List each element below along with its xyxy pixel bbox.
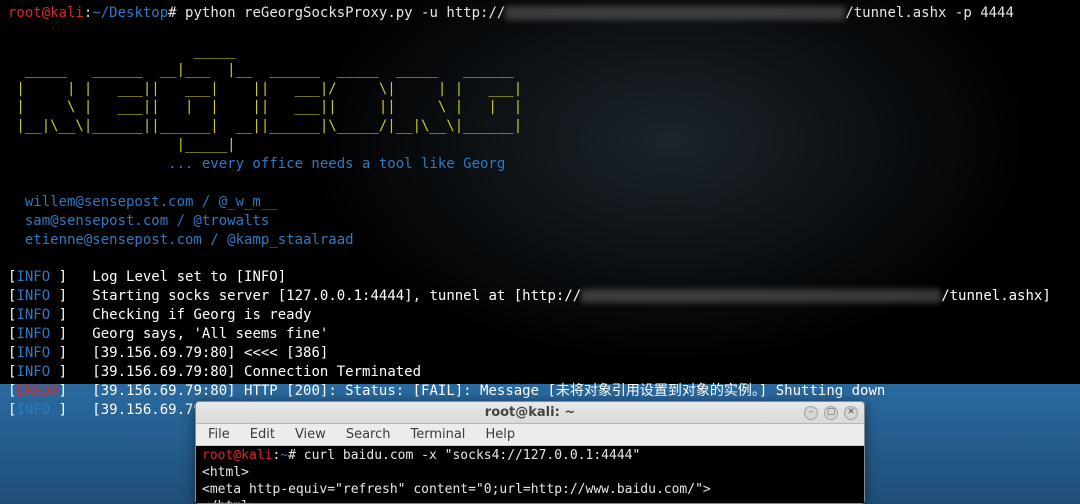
prompt-user: root@kali xyxy=(8,5,84,21)
menubar: FileEditViewSearchTerminalHelp xyxy=(196,424,864,446)
sub-command: curl baidu.com -x "socks4://127.0.0.1:44… xyxy=(304,448,641,463)
redacted-url xyxy=(505,6,845,20)
credit-line: etienne@sensepost.com / @kamp_staalraad xyxy=(8,232,354,248)
prompt-hash: # xyxy=(288,448,296,463)
log-lines: [INFO ] Log Level set to [INFO] [INFO ] … xyxy=(8,268,1072,419)
ascii-line: _____ xyxy=(8,43,236,59)
window-controls: – ▢ ✕ xyxy=(804,406,858,420)
maximize-icon[interactable]: ▢ xyxy=(824,406,838,420)
menu-item-file[interactable]: File xyxy=(200,425,238,444)
credit-line: willem@sensepost.com / @_w_m__ xyxy=(8,194,278,210)
tagline: ... every office needs a tool like Georg xyxy=(8,156,505,172)
main-terminal[interactable]: root@kali:~/Desktop# python reGeorgSocks… xyxy=(0,0,1080,424)
output-line: <html> xyxy=(202,465,249,480)
close-icon[interactable]: ✕ xyxy=(844,406,858,420)
terminal-body[interactable]: root@kali:~# curl baidu.com -x "socks4:/… xyxy=(196,446,864,503)
ascii-line: |_____| xyxy=(8,137,236,153)
prompt-hash: # xyxy=(168,5,176,21)
window-title: root@kali: ~ xyxy=(196,405,864,420)
menu-item-search[interactable]: Search xyxy=(338,425,399,444)
prompt-cwd: ~ xyxy=(280,448,288,463)
ascii-line: | | | ___|| ___| || ___|/ \| | | ___| xyxy=(8,81,522,97)
window-titlebar[interactable]: root@kali: ~ – ▢ ✕ xyxy=(196,402,864,424)
menu-item-edit[interactable]: Edit xyxy=(242,425,283,444)
output-line: </html> xyxy=(202,499,257,503)
prompt-cwd: ~/Desktop xyxy=(92,5,168,21)
command-part-a: python reGeorgSocksProxy.py -u http:// xyxy=(185,5,505,21)
menu-item-view[interactable]: View xyxy=(287,425,334,444)
prompt-user: root@kali xyxy=(202,448,272,463)
ascii-line: |__|\__\|______||______| __||______|\___… xyxy=(8,118,522,134)
ascii-line: | \ | ___|| | | || ___|| || \ | | | xyxy=(8,99,522,115)
command-part-b: /tunnel.ashx -p 4444 xyxy=(845,5,1014,21)
menu-item-help[interactable]: Help xyxy=(477,425,523,444)
output-line: <meta http-equiv="refresh" content="0;ur… xyxy=(202,482,711,497)
menu-item-terminal[interactable]: Terminal xyxy=(402,425,473,444)
minimize-icon[interactable]: – xyxy=(804,406,818,420)
command-text xyxy=(177,5,185,21)
ascii-line: _____ ______ __|___ |__ ______ _____ ___… xyxy=(8,62,514,78)
credit-line: sam@sensepost.com / @trowalts xyxy=(8,213,269,229)
command-text xyxy=(296,448,304,463)
secondary-terminal-window[interactable]: root@kali: ~ – ▢ ✕ FileEditViewSearchTer… xyxy=(195,401,865,504)
